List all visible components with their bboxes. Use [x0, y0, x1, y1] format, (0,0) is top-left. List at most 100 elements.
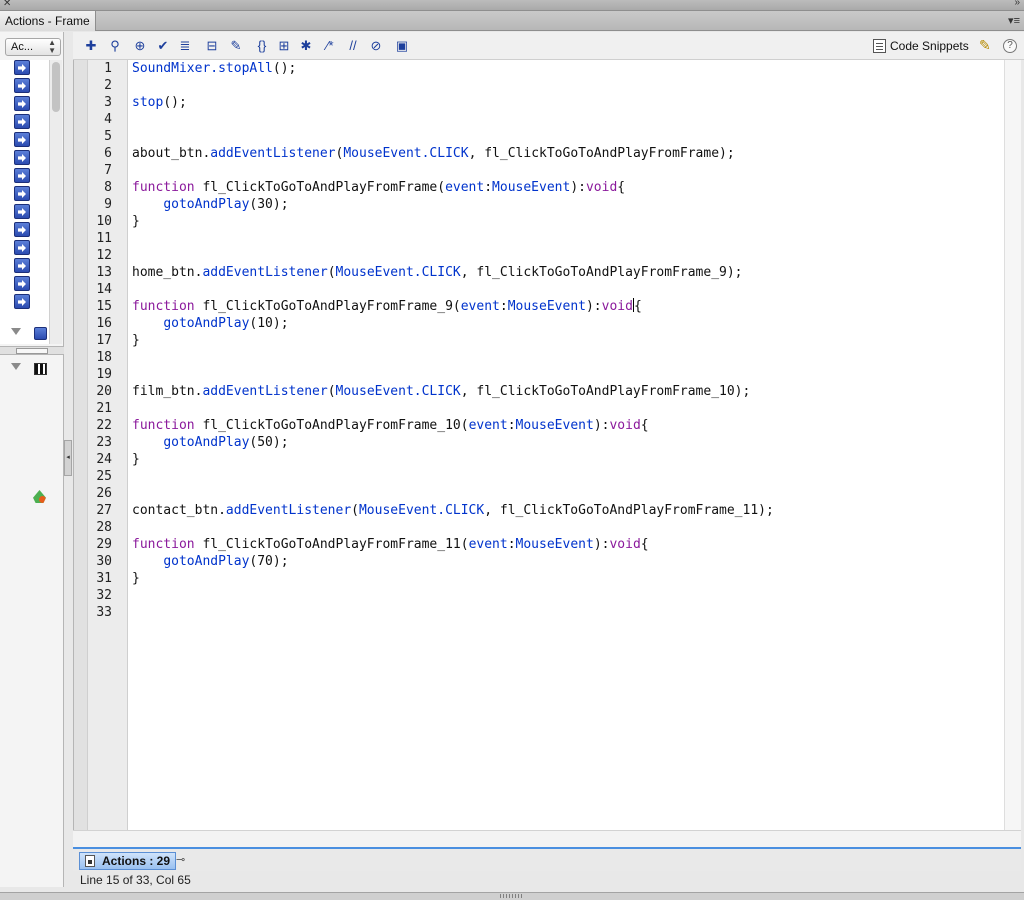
code-line[interactable]: film_btn.addEventListener(MouseEvent.CLI…: [132, 383, 750, 400]
toolbox-action-icon[interactable]: [14, 258, 30, 273]
line-number: 23: [96, 435, 112, 450]
script-tab-label: Actions : 29: [102, 854, 171, 868]
editor-horizontal-scrollbar[interactable]: [73, 830, 1021, 847]
code-line[interactable]: home_btn.addEventListener(MouseEvent.CLI…: [132, 264, 743, 281]
code-text: home_btn.: [132, 265, 203, 280]
breakpoint-strip[interactable]: [74, 60, 88, 830]
check-syntax-button[interactable]: ✔: [154, 37, 172, 54]
expand-all-icon: ✱: [300, 38, 312, 53]
code-text: (: [327, 384, 336, 399]
toolbox-action-icon[interactable]: [14, 186, 30, 201]
code-line[interactable]: function fl_ClickToGoToAndPlayFromFrame_…: [132, 417, 649, 434]
show-code-hint-button[interactable]: ⊟: [203, 37, 221, 54]
toolbox-action-icon[interactable]: [14, 294, 30, 309]
toolbox-action-icon[interactable]: [14, 114, 30, 129]
find-button[interactable]: ⚲: [106, 37, 124, 54]
expand-all-button[interactable]: ✱: [297, 37, 315, 54]
panel-tab-actions[interactable]: Actions - Frame: [0, 11, 96, 31]
code-line[interactable]: stop();: [132, 94, 187, 111]
resize-grip-icon[interactable]: [500, 894, 522, 898]
code-reserved-word: function: [132, 180, 195, 195]
code-reserved-word: function: [132, 418, 195, 433]
code-line[interactable]: gotoAndPlay(70);: [132, 553, 288, 570]
code-keyword: gotoAndPlay: [163, 435, 250, 450]
toolbox-action-icon[interactable]: [14, 96, 30, 111]
toolbox-action-icon[interactable]: [14, 240, 30, 255]
apply-line-comment-button[interactable]: //: [344, 37, 362, 54]
toolbox-action-icon[interactable]: [14, 150, 30, 165]
code-line[interactable]: }: [132, 332, 140, 349]
collapse-between-braces-button[interactable]: {}: [253, 37, 271, 54]
code-line[interactable]: function fl_ClickToGoToAndPlayFromFrame_…: [132, 536, 649, 553]
code-text: , fl_ClickToGoToAndPlayFromFrame_9);: [460, 265, 743, 280]
show-hide-toolbox-button[interactable]: ▣: [393, 37, 411, 54]
expand-triangle-icon[interactable]: [11, 363, 21, 370]
script-assist-wand-icon[interactable]: ✎: [979, 37, 991, 54]
toolbox-action-icon[interactable]: [14, 168, 30, 183]
code-line[interactable]: contact_btn.addEventListener(MouseEvent.…: [132, 502, 774, 519]
code-line[interactable]: }: [132, 213, 140, 230]
code-text: {: [633, 299, 642, 314]
debug-options-button[interactable]: ✎: [227, 37, 245, 54]
close-icon[interactable]: ✕: [3, 0, 11, 9]
collapse-toolbox-handle[interactable]: ◂: [64, 440, 72, 476]
line-number: 8: [104, 180, 112, 195]
auto-format-button[interactable]: ≣: [176, 37, 194, 54]
toolbox-action-icon[interactable]: [14, 276, 30, 291]
panel-drag-strip[interactable]: ✕ »: [0, 0, 1024, 11]
line-number: 20: [96, 384, 112, 399]
collapse-icon[interactable]: »: [1014, 0, 1020, 8]
divider-grip-icon[interactable]: [16, 348, 48, 354]
toolbox-action-icon[interactable]: [14, 78, 30, 93]
insert-target-path-button[interactable]: ⊕: [131, 37, 149, 54]
toolbox-action-icon[interactable]: [14, 132, 30, 147]
code-keyword: event: [445, 180, 485, 195]
line-number: 25: [96, 469, 112, 484]
toolbox-action-icon[interactable]: [14, 222, 30, 237]
script-navigator-scene[interactable]: [0, 359, 62, 381]
code-text: , fl_ClickToGoToAndPlayFromFrame_11);: [484, 503, 774, 518]
code-keyword: addEventListener: [225, 503, 352, 518]
remove-comment-icon: ⊘: [370, 38, 382, 53]
code-keyword: MouseEvent.CLICK: [335, 265, 461, 280]
code-line[interactable]: SoundMixer.stopAll();: [132, 60, 296, 77]
code-line[interactable]: about_btn.addEventListener(MouseEvent.CL…: [132, 145, 735, 162]
code-line[interactable]: }: [132, 451, 140, 468]
symbol-definition-icon[interactable]: [33, 490, 46, 503]
script-navigator-current[interactable]: [0, 324, 62, 346]
toolbox-version-select[interactable]: Ac... ▲ ▼: [5, 38, 61, 56]
code-text: ):: [570, 180, 586, 195]
script-editor[interactable]: 1 SoundMixer.stopAll(); 2 3 stop(); 4 5 6 about_…: [73, 60, 1021, 830]
code-text: fl_ClickToGoToAndPlayFromFrame_11(: [194, 537, 469, 552]
add-statement-button[interactable]: ✚: [82, 37, 100, 54]
editor-vertical-scrollbar[interactable]: [1004, 60, 1021, 830]
code-text: ):: [585, 299, 602, 314]
toolbox-version-value: Ac...: [11, 41, 34, 53]
apply-block-comment-button[interactable]: ⁄*: [321, 37, 339, 54]
code-keyword: addEventListener: [210, 146, 336, 161]
help-icon[interactable]: ?: [1003, 39, 1017, 53]
code-line[interactable]: function fl_ClickToGoToAndPlayFromFrame(…: [132, 179, 625, 196]
code-reserved-word: function: [132, 299, 195, 314]
panel-resize-grip[interactable]: [0, 892, 1024, 900]
toolbox-scroll-thumb[interactable]: [52, 62, 60, 112]
expand-triangle-icon[interactable]: [11, 328, 21, 335]
code-snippets-button[interactable]: Code Snippets: [873, 38, 969, 54]
code-line[interactable]: }: [132, 570, 140, 587]
panel-menu-icon[interactable]: ▾≡: [1008, 14, 1020, 27]
remove-comment-button[interactable]: ⊘: [367, 37, 385, 54]
code-line[interactable]: gotoAndPlay(10);: [132, 315, 288, 332]
code-line[interactable]: gotoAndPlay(30);: [132, 196, 288, 213]
toolbox-action-icon[interactable]: [14, 60, 30, 75]
code-snippets-label: Code Snippets: [890, 39, 969, 53]
line-number: 27: [96, 503, 112, 518]
code-line[interactable]: gotoAndPlay(50);: [132, 434, 288, 451]
pane-divider[interactable]: [0, 346, 64, 355]
toolbox-scrollbar[interactable]: [49, 60, 62, 344]
pin-script-icon[interactable]: ⊸: [176, 855, 190, 866]
toolbox-action-icon[interactable]: [14, 204, 30, 219]
collapse-selection-button[interactable]: ⊞: [275, 37, 293, 54]
code-line[interactable]: function fl_ClickToGoToAndPlayFromFrame_…: [132, 298, 642, 315]
script-tab-actions[interactable]: Actions : 29: [79, 852, 177, 870]
